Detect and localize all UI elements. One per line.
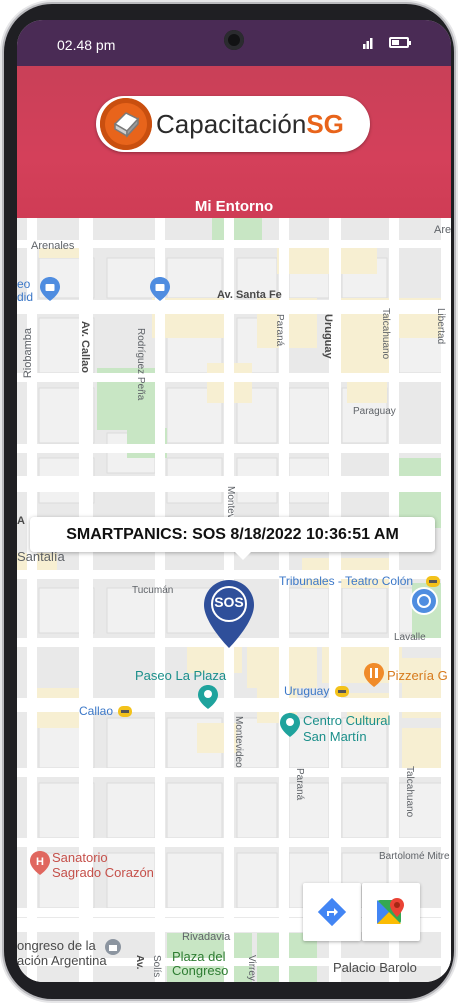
- place-label-paseo-la-plaza[interactable]: Paseo La Plaza: [135, 668, 226, 683]
- map-view[interactable]: Arenales Are Av. Santa Fe Riobamba Av. C…: [17, 218, 451, 982]
- open-google-maps-button[interactable]: [362, 883, 420, 941]
- google-maps-icon: [377, 898, 404, 924]
- sos-marker-icon[interactable]: [202, 578, 256, 650]
- status-time: 02.48 pm: [57, 37, 116, 53]
- place-label-sanatorio-line1: Sanatorio: [52, 850, 108, 865]
- place-label-left-top: eo did: [17, 277, 34, 304]
- directions-icon: [317, 897, 347, 927]
- place-label-centro-cultural-line1: Centro Cultural: [303, 713, 391, 728]
- street-label-parana-bottom: Paraná: [294, 768, 305, 801]
- street-label-arenales-partial: Are: [434, 224, 451, 236]
- place-label-palacio-barolo[interactable]: Palacio Barolo: [333, 960, 417, 975]
- place-label-callao-station[interactable]: Callao: [79, 704, 113, 718]
- logo-text-main: Capacitación: [156, 109, 307, 139]
- svg-text:H: H: [36, 856, 44, 868]
- street-label-av-santa-fe: Av. Santa Fe: [217, 289, 282, 301]
- place-label-uruguay-station[interactable]: Uruguay: [284, 684, 329, 698]
- street-label-rodriguez-pena: Rodríguez Peña: [135, 328, 146, 401]
- street-label-av-callao: Av. Callao: [79, 321, 91, 373]
- place-label-congreso-line1: ongreso de la: [17, 938, 96, 953]
- street-label-montevideo-bottom: Montevideo: [233, 716, 244, 768]
- place-label-plaza-congreso[interactable]: Plaza del Congreso: [172, 950, 228, 978]
- street-label-uruguay: Uruguay: [322, 314, 334, 359]
- street-label-arenales: Arenales: [31, 240, 75, 252]
- app-logo: CapacitaciónSG: [96, 96, 370, 152]
- street-label-rivadavia: Rivadavia: [182, 931, 231, 943]
- place-label-plaza-congreso-line2: Congreso: [172, 963, 229, 978]
- place-label-sanatorio[interactable]: Sanatorio Sagrado Corazón: [52, 850, 154, 880]
- street-label-libertad: Libertad: [435, 308, 446, 345]
- signal-icon: [363, 38, 373, 49]
- sos-alert-callout[interactable]: SMARTPANICS: SOS 8/18/2022 10:36:51 AM: [30, 517, 435, 560]
- sos-marker-label: SOS: [214, 594, 244, 610]
- street-label-paraguay: Paraguay: [353, 406, 396, 417]
- street-label-parana-top: Paraná: [274, 314, 285, 347]
- screen-title: Mi Entorno: [194, 198, 274, 215]
- place-label-sanatorio-line2: Sagrado Corazón: [52, 865, 154, 880]
- battery-icon: [389, 37, 411, 48]
- theater-teal-pin-icon[interactable]: [197, 684, 219, 710]
- front-camera: [224, 30, 244, 50]
- place-label-congreso-line2: ación Argentina: [17, 953, 107, 968]
- building-icon: [105, 939, 121, 955]
- place-label-congreso[interactable]: ongreso de la ación Argentina: [17, 938, 107, 968]
- subway-b-icon: [335, 686, 349, 697]
- theater-pin-icon[interactable]: [409, 586, 439, 616]
- street-label-talcahuano-top: Talcahuano: [380, 308, 391, 360]
- food-pin-icon[interactable]: [363, 662, 385, 688]
- place-label-centro-cultural-line2: San Martín: [303, 729, 367, 744]
- status-bar: 02.48 pm: [17, 20, 451, 66]
- street-label-riobamba: Riobamba: [22, 328, 34, 379]
- app-screen: 02.48 pm CapacitaciónSG Mi Entorno Arena…: [17, 20, 451, 982]
- place-label-tribunales[interactable]: Tribunales - Teatro Colón: [279, 574, 413, 588]
- shopping-pin-icon[interactable]: [39, 276, 61, 302]
- street-label-virrey: Virrey: [246, 955, 257, 981]
- app-header: CapacitaciónSG Mi Entorno: [17, 66, 451, 218]
- street-label-tucuman: Tucumán: [132, 585, 174, 596]
- hospital-pin-icon[interactable]: H: [29, 850, 51, 876]
- street-label-talcahuano-bottom: Talcahuano: [404, 766, 415, 818]
- street-label-bartolome-mitre: Bartolomé Mitre: [379, 851, 450, 862]
- place-label-santalia-a: A: [17, 515, 25, 527]
- street-label-solis: Solís: [151, 955, 162, 978]
- cultural-center-pin-icon[interactable]: [279, 712, 301, 738]
- place-label-plaza-congreso-line1: Plaza del: [172, 949, 226, 964]
- subway-b-icon-2: [118, 706, 132, 717]
- street-label-lavalle: Lavalle: [394, 632, 426, 643]
- shopping-pin-icon-2[interactable]: [149, 276, 171, 302]
- place-label-centro-cultural[interactable]: Centro Cultural San Martín: [303, 713, 390, 745]
- place-label-pizzeria[interactable]: Pizzería G: [387, 668, 448, 683]
- logo-mark-icon: [100, 98, 152, 150]
- street-label-av-partial: Av.: [134, 955, 145, 970]
- logo-text: CapacitaciónSG: [156, 109, 344, 140]
- directions-button[interactable]: [303, 883, 361, 941]
- logo-text-accent: SG: [306, 109, 344, 139]
